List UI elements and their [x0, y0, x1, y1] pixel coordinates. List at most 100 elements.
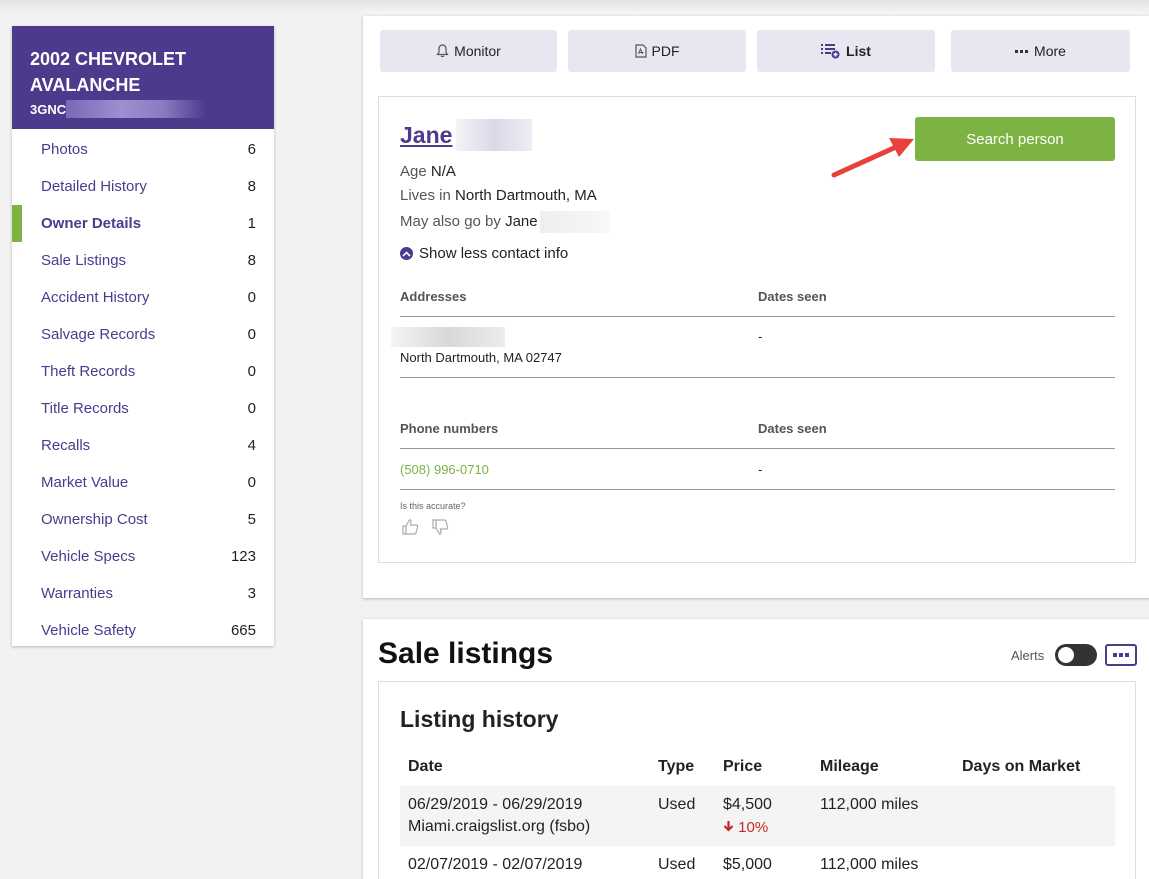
sidebar-item-label: Owner Details	[41, 215, 142, 232]
lives-label: Lives in	[400, 187, 451, 204]
col-mileage: Mileage	[820, 758, 879, 775]
sidebar-item-vehicle-specs[interactable]: Vehicle Specs 123	[12, 538, 274, 575]
sidebar-item-label: Sale Listings	[41, 252, 127, 269]
addresses-header: Addresses	[400, 289, 467, 304]
phone-link[interactable]: (508) 996-0710	[400, 462, 489, 477]
price-drop: 10%	[723, 819, 768, 836]
address-city: North Dartmouth, MA 02747	[400, 350, 562, 365]
owner-details-card: Monitor PDF List More Jane Age N/A Lives…	[363, 16, 1149, 598]
sidebar-item-theft-records[interactable]: Theft Records 0	[12, 353, 274, 390]
sidebar-item-label: Vehicle Specs	[41, 548, 136, 565]
person-location: Lives in North Dartmouth, MA	[400, 187, 597, 204]
vehicle-vin: 3GNC	[30, 100, 256, 118]
sidebar-item-vehicle-safety[interactable]: Vehicle Safety 665	[12, 612, 274, 649]
alias-redaction	[539, 211, 610, 233]
sidebar-item-count: 8	[247, 178, 256, 195]
col-price: Price	[723, 758, 763, 775]
report-sidebar: 2002 CHEVROLET AVALANCHE 3GNC Photos 6 De…	[12, 26, 274, 646]
street-redaction	[391, 327, 505, 347]
col-date: Date	[408, 758, 443, 775]
thumbs-up-icon[interactable]	[401, 517, 421, 537]
alerts-toggle[interactable]	[1055, 644, 1097, 666]
sidebar-item-label: Accident History	[41, 289, 150, 306]
thumbs-down-icon[interactable]	[431, 517, 451, 537]
sidebar-item-sale-listings[interactable]: Sale Listings 8	[12, 242, 274, 279]
sidebar-item-count: 8	[247, 252, 256, 269]
address-dates: -	[758, 329, 763, 344]
sidebar-item-count: 0	[247, 363, 256, 380]
sidebar-item-recalls[interactable]: Recalls 4	[12, 427, 274, 464]
last-name-redaction	[456, 119, 533, 151]
pdf-file-icon	[634, 44, 647, 58]
divider	[400, 448, 1115, 449]
sale-listings-card: Sale listings Alerts Listing history Dat…	[363, 619, 1149, 879]
sidebar-item-accident-history[interactable]: Accident History 0	[12, 279, 274, 316]
phones-header: Phone numbers	[400, 421, 499, 436]
accuracy-prompt: Is this accurate?	[400, 501, 466, 511]
sidebar-item-label: Title Records	[41, 400, 129, 417]
sidebar-item-count: 0	[247, 326, 256, 343]
alerts-label: Alerts	[1011, 648, 1045, 663]
sidebar-item-title-records[interactable]: Title Records 0	[12, 390, 274, 427]
sidebar-item-label: Ownership Cost	[41, 511, 148, 528]
toggle-contact-info[interactable]: Show less contact info	[400, 245, 568, 262]
listing-history-title: Listing history	[400, 706, 559, 732]
row-type: Used	[658, 796, 696, 813]
sale-listings-more-button[interactable]	[1105, 644, 1137, 666]
table-row: 06/29/2019 - 06/29/2019 Miami.craigslist…	[400, 786, 1115, 846]
sidebar-item-photos[interactable]: Photos 6	[12, 131, 274, 168]
row-mileage: 112,000 miles	[820, 856, 919, 873]
sidebar-item-count: 0	[247, 474, 256, 491]
monitor-label: Monitor	[454, 43, 501, 59]
divider	[400, 316, 1115, 317]
sale-listings-title: Sale listings	[378, 637, 554, 670]
person-name-link[interactable]: Jane	[400, 119, 533, 151]
pdf-button[interactable]: PDF	[568, 30, 746, 72]
row-mileage: 112,000 miles	[820, 796, 919, 813]
sidebar-item-owner-details[interactable]: Owner Details 1	[12, 205, 274, 242]
sidebar-item-detailed-history[interactable]: Detailed History 8	[12, 168, 274, 205]
vehicle-title-line1: 2002 CHEVROLET	[30, 49, 187, 69]
toggle-contact-label: Show less contact info	[419, 245, 569, 262]
sidebar-item-salvage-records[interactable]: Salvage Records 0	[12, 316, 274, 353]
row-date: 02/07/2019 - 02/07/2019	[408, 856, 583, 873]
vin-prefix: 3GNC	[30, 101, 67, 117]
price-drop-value: 10%	[738, 819, 769, 836]
sidebar-item-label: Detailed History	[41, 178, 147, 195]
bell-icon	[436, 44, 449, 58]
vehicle-header: 2002 CHEVROLET AVALANCHE 3GNC	[12, 26, 274, 129]
search-person-button[interactable]: Search person	[915, 117, 1115, 161]
toggle-knob	[1058, 647, 1074, 663]
list-button[interactable]: List	[757, 30, 935, 72]
sidebar-item-count: 1	[247, 215, 256, 232]
sidebar-item-label: Warranties	[41, 585, 113, 602]
sidebar-item-market-value[interactable]: Market Value 0	[12, 464, 274, 501]
more-button[interactable]: More	[951, 30, 1130, 72]
aka-label: May also go by	[400, 212, 501, 230]
person-age: Age N/A	[400, 163, 456, 180]
aka-value: Jane	[505, 212, 538, 230]
monitor-button[interactable]: Monitor	[380, 30, 557, 72]
person-first-name: Jane	[400, 121, 453, 148]
col-type: Type	[658, 758, 695, 775]
chevron-up-icon	[400, 247, 413, 260]
phone-dates: -	[758, 462, 763, 477]
sidebar-item-warranties[interactable]: Warranties 3	[12, 575, 274, 612]
col-days-on-market: Days on Market	[962, 758, 1081, 775]
pdf-label: PDF	[651, 43, 680, 59]
row-price: $5,000	[723, 856, 772, 873]
divider	[400, 489, 1115, 490]
sidebar-item-count: 6	[247, 141, 256, 158]
row-source: Miami.craigslist.org (fsbo)	[408, 818, 591, 835]
sidebar-item-count: 665	[230, 622, 256, 639]
sidebar-item-ownership-cost[interactable]: Ownership Cost 5	[12, 501, 274, 538]
ellipsis-icon	[1015, 50, 1029, 53]
sidebar-item-label: Vehicle Safety	[41, 622, 137, 639]
addresses-dates-header: Dates seen	[758, 289, 827, 304]
age-value: N/A	[430, 163, 456, 180]
arrow-down-icon	[723, 821, 734, 832]
sidebar-item-count: 123	[230, 548, 256, 565]
sidebar-item-label: Theft Records	[41, 363, 136, 380]
divider	[400, 377, 1115, 378]
sidebar-item-label: Recalls	[41, 437, 91, 454]
